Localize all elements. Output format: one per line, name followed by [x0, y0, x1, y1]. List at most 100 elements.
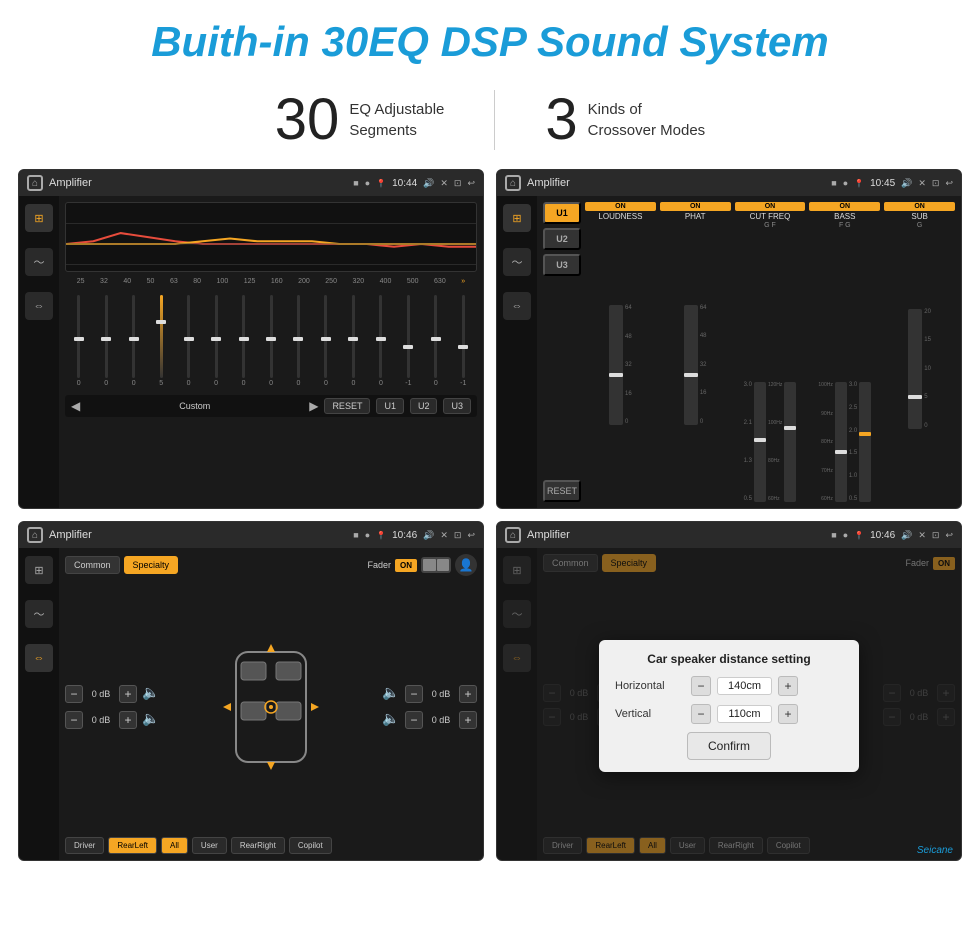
- user-icon: 👤: [459, 558, 474, 572]
- fl-value: 0 dB: [87, 689, 115, 699]
- fader-on-toggle[interactable]: ON: [395, 559, 417, 572]
- rr-minus[interactable]: −: [405, 711, 423, 729]
- xover-screen-title: Amplifier: [527, 177, 825, 189]
- statusbar-dist: Amplifier ■ ● 📍 10:46 🔊 ✕ ⊡ ↩: [497, 522, 961, 548]
- vol3-icon: 🔊: [423, 530, 434, 541]
- page-header: Buith-in 30EQ DSP Sound System: [0, 0, 980, 76]
- eq-slider-3[interactable]: 0: [122, 295, 145, 387]
- fad-balance-icon[interactable]: ⇔: [25, 644, 53, 672]
- preset-u2[interactable]: U2: [543, 228, 581, 250]
- eq-slider-8[interactable]: 0: [259, 295, 282, 387]
- eq-slider-14[interactable]: 0: [424, 295, 447, 387]
- xover-reset[interactable]: RESET: [543, 480, 581, 502]
- xover-wave-icon[interactable]: 〜: [503, 248, 531, 276]
- preset-u1[interactable]: U1: [543, 202, 581, 224]
- rl-plus[interactable]: +: [119, 711, 137, 729]
- vertical-plus[interactable]: +: [778, 704, 798, 724]
- eq-number: 30: [275, 86, 340, 153]
- rr-plus[interactable]: +: [459, 711, 477, 729]
- u1-button[interactable]: U1: [376, 398, 404, 414]
- fl-plus[interactable]: +: [119, 685, 137, 703]
- xover-channels: ON LOUDNESS 64 48 32: [585, 202, 955, 502]
- fad-wave-icon[interactable]: 〜: [25, 600, 53, 628]
- driver-btn[interactable]: Driver: [65, 837, 104, 854]
- eq-wave-icon[interactable]: 〜: [25, 248, 53, 276]
- close-icon[interactable]: ✕: [440, 178, 448, 189]
- horizontal-label: Horizontal: [615, 680, 685, 692]
- u3-button[interactable]: U3: [443, 398, 471, 414]
- xover-balance-icon[interactable]: ⇔: [503, 292, 531, 320]
- xover-tuner-icon[interactable]: ⊞: [503, 204, 531, 232]
- eq-balance-icon[interactable]: ⇔: [25, 292, 53, 320]
- back2-icon[interactable]: ↩: [945, 178, 953, 189]
- eq-desc-line1: EQ Adjustable: [349, 99, 444, 120]
- fullscreen-icon[interactable]: ⊡: [454, 178, 462, 189]
- tab-common[interactable]: Common: [65, 556, 120, 574]
- home-icon-xover[interactable]: [505, 175, 521, 191]
- eq-slider-9[interactable]: 0: [287, 295, 310, 387]
- fr-value: 0 dB: [427, 689, 455, 699]
- crossover-desc-line1: Kinds of: [588, 99, 706, 120]
- pin4-icon: 📍: [854, 531, 864, 540]
- fader-sliders-mini: [421, 557, 451, 573]
- next-arrow[interactable]: ▶: [309, 399, 318, 413]
- full3-icon[interactable]: ⊡: [454, 530, 462, 541]
- horizontal-minus[interactable]: −: [691, 676, 711, 696]
- back-icon[interactable]: ↩: [467, 178, 475, 189]
- prev-arrow[interactable]: ◀: [71, 399, 80, 413]
- user-avatar[interactable]: 👤: [455, 554, 477, 576]
- home-icon-fader[interactable]: [27, 527, 43, 543]
- eq-tuner-icon[interactable]: ⊞: [25, 204, 53, 232]
- rl-value: 0 dB: [87, 715, 115, 725]
- rl-minus[interactable]: −: [65, 711, 83, 729]
- pin2-icon: 📍: [854, 179, 864, 188]
- all-btn[interactable]: All: [161, 837, 188, 854]
- eq-freq-labels: 25 32 40 50 63 80 100 125 160 200 250 32…: [65, 276, 477, 287]
- channel-loudness: ON LOUDNESS 64 48 32: [585, 202, 656, 502]
- horizontal-plus[interactable]: +: [778, 676, 798, 696]
- eq-slider-13[interactable]: -1: [397, 295, 420, 387]
- vertical-minus[interactable]: −: [691, 704, 711, 724]
- statusbar-fader: Amplifier ■ ● 📍 10:46 🔊 ✕ ⊡ ↩: [19, 522, 483, 548]
- eq-slider-12[interactable]: 0: [369, 295, 392, 387]
- close2-icon[interactable]: ✕: [918, 178, 926, 189]
- close3-icon[interactable]: ✕: [440, 530, 448, 541]
- reset-button[interactable]: RESET: [324, 398, 370, 414]
- page-title: Buith-in 30EQ DSP Sound System: [0, 18, 980, 66]
- tab-specialty[interactable]: Specialty: [124, 556, 179, 574]
- eq-slider-1[interactable]: 0: [67, 295, 90, 387]
- crossover-desc-line2: Crossover Modes: [588, 120, 706, 141]
- rearright-btn[interactable]: RearRight: [231, 837, 285, 854]
- fr-plus[interactable]: +: [459, 685, 477, 703]
- preset-u3[interactable]: U3: [543, 254, 581, 276]
- xover-sidebar: ⊞ 〜 ⇔: [497, 196, 537, 508]
- back3-icon[interactable]: ↩: [467, 530, 475, 541]
- close4-icon[interactable]: ✕: [918, 530, 926, 541]
- fl-minus[interactable]: −: [65, 685, 83, 703]
- statusbar-eq: Amplifier ■ ● 📍 10:44 🔊 ✕ ⊡ ↩: [19, 170, 483, 196]
- eq-mode-label: Custom: [86, 401, 303, 411]
- eq-slider-5[interactable]: 0: [177, 295, 200, 387]
- rec3-icon: ■: [353, 530, 358, 540]
- back4-icon[interactable]: ↩: [945, 530, 953, 541]
- fr-minus[interactable]: −: [405, 685, 423, 703]
- fad-tuner-icon[interactable]: ⊞: [25, 556, 53, 584]
- eq-slider-2[interactable]: 0: [94, 295, 117, 387]
- fl-speaker-icon: 🔈: [141, 684, 161, 704]
- eq-slider-15[interactable]: -1: [452, 295, 475, 387]
- home-icon-dist[interactable]: [505, 527, 521, 543]
- copilot-btn[interactable]: Copilot: [289, 837, 332, 854]
- u2-button[interactable]: U2: [410, 398, 438, 414]
- eq-slider-6[interactable]: 0: [204, 295, 227, 387]
- user-btn[interactable]: User: [192, 837, 227, 854]
- eq-slider-7[interactable]: 0: [232, 295, 255, 387]
- confirm-button[interactable]: Confirm: [687, 732, 771, 760]
- full2-icon[interactable]: ⊡: [932, 178, 940, 189]
- home-icon[interactable]: [27, 175, 43, 191]
- rearleft-btn[interactable]: RearLeft: [108, 837, 157, 854]
- xover-time: 10:45: [870, 178, 895, 189]
- eq-slider-11[interactable]: 0: [342, 295, 365, 387]
- full4-icon[interactable]: ⊡: [932, 530, 940, 541]
- eq-slider-10[interactable]: 0: [314, 295, 337, 387]
- eq-slider-4[interactable]: 5: [149, 295, 172, 387]
